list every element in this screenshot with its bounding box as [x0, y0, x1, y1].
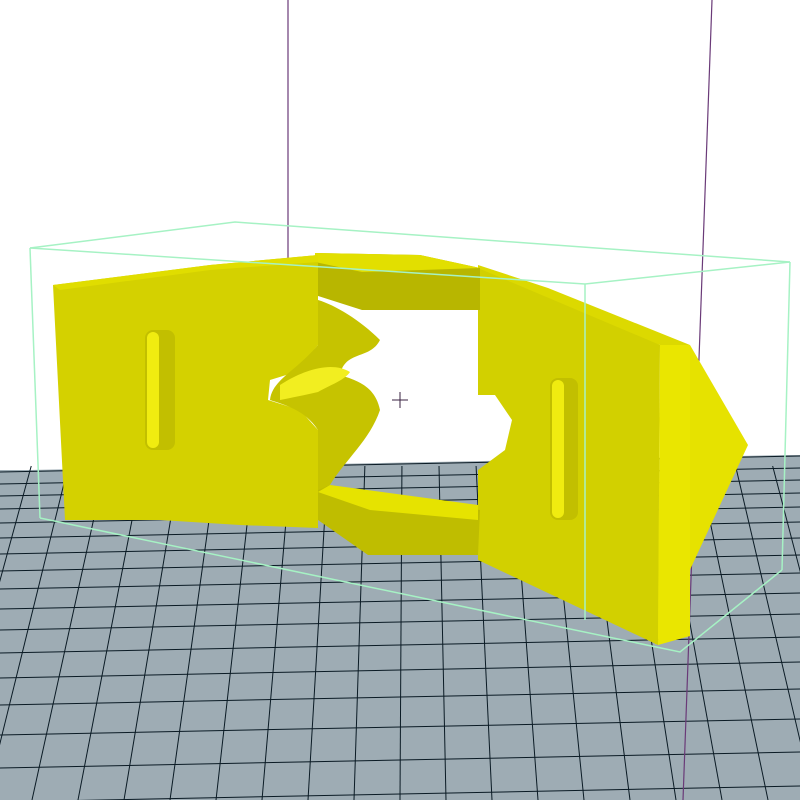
model-edge-right — [658, 345, 690, 645]
model-slot-right — [550, 378, 578, 520]
3d-viewport[interactable] — [0, 0, 800, 800]
model-slot-left — [145, 330, 175, 450]
